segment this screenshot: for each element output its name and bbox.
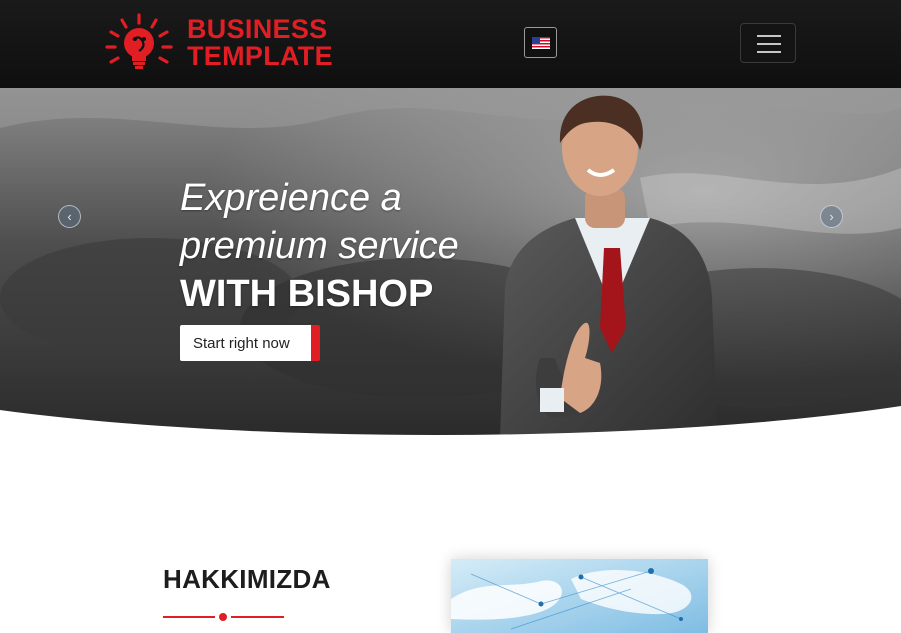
language-button[interactable] [524,27,557,58]
title-divider [163,611,284,623]
divider-line-right [231,616,284,618]
divider-dot [219,613,227,621]
logo-link[interactable]: BUSINESS TEMPLATE [105,12,333,74]
slider-next-button[interactable]: › [820,205,843,228]
navbar: BUSINESS TEMPLATE [0,0,901,88]
logo-line-2: TEMPLATE [187,41,333,71]
about-section-title: HAKKIMIZDA [163,564,331,594]
slider-prev-button[interactable]: ‹ [58,205,81,228]
start-now-button[interactable]: Start right now [180,325,320,361]
logo-text: BUSINESS TEMPLATE [187,16,333,70]
hero-slider: Expreience a premium service WITH BISHOP… [0,88,901,438]
hero-title-line-2: premium service [180,225,459,267]
lightbulb-logo-icon [105,13,173,69]
hero-title-line-1: Expreience a [180,177,402,219]
hamburger-icon [757,35,781,37]
hamburger-icon-line [757,51,781,53]
logo-line-1: BUSINESS [187,14,328,44]
about-world-map-image [451,559,708,633]
chevron-left-icon: ‹ [67,209,72,224]
hero-title: Expreience a premium service WITH BISHOP [180,174,459,318]
hero-title-line-3: WITH BISHOP [180,273,434,315]
world-network-illustration [451,559,708,633]
hamburger-icon-line [757,43,781,45]
us-flag-icon [531,36,550,49]
chevron-right-icon: › [829,209,834,224]
divider-line-left [163,616,215,618]
menu-toggle-button[interactable] [740,23,796,63]
